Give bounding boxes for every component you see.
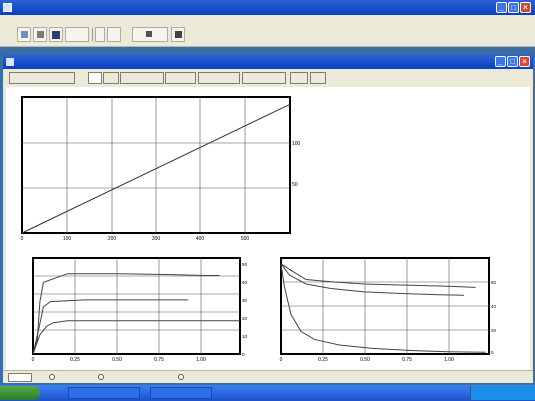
br-x-tick: 0.75: [402, 357, 412, 363]
top-x-tick: 0: [21, 236, 24, 242]
option-radio-1[interactable]: [49, 374, 55, 380]
top-x-tick: 300: [152, 236, 161, 242]
bl-chart-grid: [33, 258, 240, 354]
top-y-tick: 50: [292, 182, 298, 188]
taskbar-task-2[interactable]: [150, 387, 212, 399]
taskbar: [0, 385, 535, 401]
br-x-tick: 0.25: [318, 357, 328, 363]
bl-x-tick: 1.00: [196, 357, 206, 363]
charts-canvas: 0 100 200 300 400 500 100 50 0 0.25 0.50…: [21, 96, 497, 363]
bl-x-tick: 0: [32, 357, 35, 363]
bl-chart-frame: [32, 257, 241, 355]
top-chart-grid: [22, 97, 290, 233]
top-x-tick: 200: [108, 236, 117, 242]
taskbar-task-1[interactable]: [68, 387, 140, 399]
bl-x-tick: 0.50: [112, 357, 122, 363]
br-y-tick: 0: [491, 350, 494, 355]
bl-y-tick: 40: [242, 280, 248, 285]
option-radio-2[interactable]: [98, 374, 104, 380]
bl-y-tick: 10: [242, 334, 248, 339]
br-y-tick: 40: [491, 304, 497, 309]
bl-x-tick: 0.75: [154, 357, 164, 363]
top-x-tick: 100: [63, 236, 72, 242]
top-x-tick: 400: [196, 236, 205, 242]
top-y-tick: 100: [292, 141, 301, 147]
top-x-tick: 500: [241, 236, 250, 242]
option-dropdown[interactable]: [8, 373, 32, 382]
br-chart-grid: [281, 258, 489, 354]
bl-x-tick: 0.25: [70, 357, 80, 363]
br-x-tick: 0.50: [360, 357, 370, 363]
series-line-1-1: [32, 299, 189, 355]
series-line-1-0: [32, 273, 220, 355]
br-x-tick: 0: [280, 357, 283, 363]
series-line-2-0: [280, 263, 476, 288]
series-line-1-2: [32, 320, 240, 355]
bl-y-tick: 20: [242, 316, 248, 321]
bl-chart-series-group: [32, 273, 240, 355]
br-x-tick: 1.00: [444, 357, 454, 363]
option-radio-3[interactable]: [178, 374, 184, 380]
system-tray: [470, 386, 535, 400]
options-bar: [3, 370, 533, 383]
series-line-2-2: [280, 263, 486, 353]
bl-y-tick: 0: [242, 352, 245, 357]
bl-y-tick: 50: [242, 262, 248, 267]
start-button[interactable]: [0, 386, 40, 400]
br-y-tick: 20: [491, 328, 497, 333]
br-chart-series-group: [280, 263, 486, 353]
bl-y-tick: 30: [242, 298, 248, 303]
br-y-tick: 60: [491, 280, 497, 285]
